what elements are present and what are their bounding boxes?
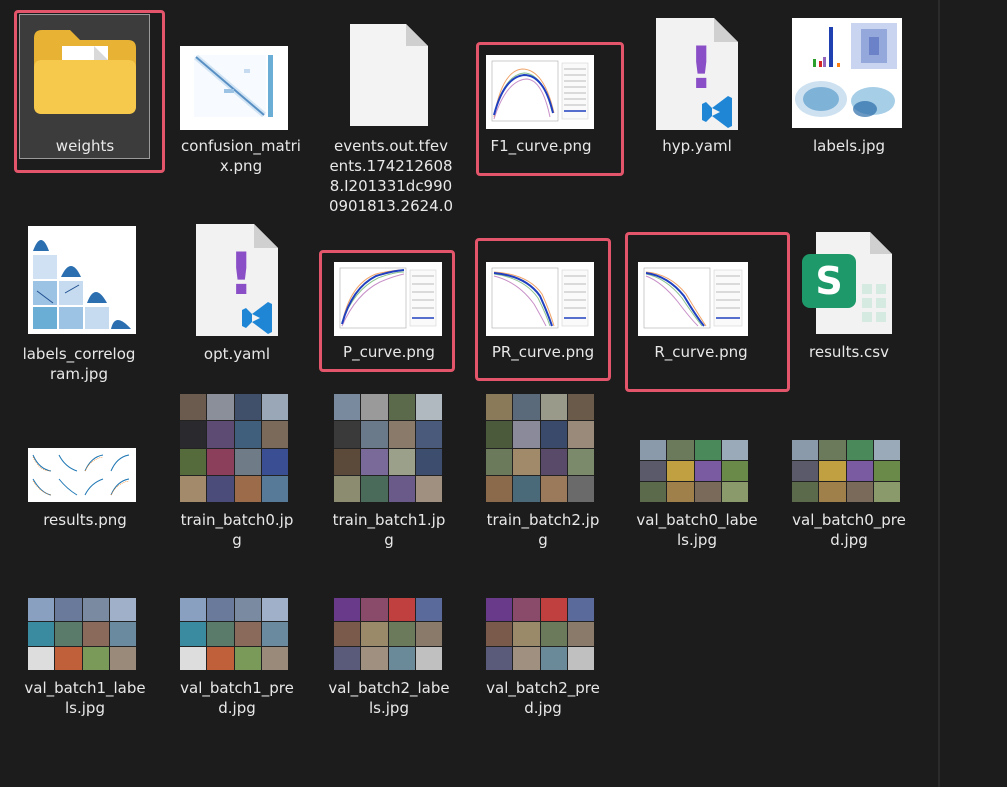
- file-item-hyp-yaml[interactable]: ! hyp.yaml: [630, 0, 766, 170]
- file-item-pr-curve[interactable]: PR_curve.png: [476, 218, 612, 368]
- file-label: labels.jpg: [812, 137, 886, 155]
- file-item-val-batch1-labels[interactable]: val_batch1_labe ls.jpg: [18, 548, 154, 728]
- file-label: F1_curve.png: [490, 137, 592, 155]
- file-label: results.png: [43, 511, 127, 529]
- file-item-results-png[interactable]: results.png: [18, 386, 154, 546]
- file-label: events.out.tfev ents.174212608 8.I201331…: [328, 137, 454, 215]
- file-label: results.csv: [809, 343, 889, 361]
- file-label: confusion_matri x.png: [181, 137, 301, 175]
- file-item-val-batch1-pred[interactable]: val_batch1_pre d.jpg: [170, 548, 306, 728]
- file-item-p-curve[interactable]: P_curve.png: [322, 218, 458, 368]
- file-label: weights: [55, 137, 115, 155]
- file-label: labels_correlog ram.jpg: [22, 345, 136, 383]
- file-label: opt.yaml: [203, 345, 271, 363]
- file-item-train-batch0[interactable]: train_batch0.jp g: [170, 386, 306, 556]
- folder-icon: [28, 22, 140, 118]
- csv-letter: S: [815, 259, 842, 303]
- file-label: R_curve.png: [654, 343, 748, 361]
- val-batch2-labels-thumbnail: [334, 598, 442, 670]
- file-label: hyp.yaml: [662, 137, 732, 155]
- p-curve-thumbnail: [334, 262, 442, 336]
- file-item-val-batch2-pred[interactable]: val_batch2_pre d.jpg: [476, 548, 612, 728]
- blank-file-icon: [346, 20, 432, 130]
- file-item-r-curve[interactable]: R_curve.png: [630, 218, 766, 368]
- val-batch2-pred-thumbnail: [486, 598, 594, 670]
- val-batch1-pred-thumbnail: [180, 598, 288, 670]
- file-label: val_batch1_labe ls.jpg: [24, 679, 146, 717]
- file-label: train_batch2.jp g: [486, 511, 600, 549]
- file-item-val-batch2-labels[interactable]: val_batch2_labe ls.jpg: [322, 548, 458, 728]
- yaml-exclamation: !: [228, 240, 254, 308]
- file-label: val_batch2_pre d.jpg: [486, 679, 600, 717]
- r-curve-thumbnail: [638, 262, 748, 336]
- file-label: P_curve.png: [343, 343, 435, 361]
- file-label: train_batch1.jp g: [332, 511, 446, 549]
- labels-correlogram-thumbnail: [28, 226, 136, 334]
- train-batch2-thumbnail: [486, 394, 594, 502]
- file-label: train_batch0.jp g: [180, 511, 294, 549]
- val-batch0-pred-thumbnail: [792, 440, 900, 502]
- file-item-results-csv[interactable]: S results.csv: [782, 218, 918, 368]
- yaml-file-icon: !: [652, 16, 742, 132]
- file-label: val_batch1_pre d.jpg: [180, 679, 294, 717]
- labels-thumbnail: [792, 18, 902, 128]
- file-item-weights[interactable]: weights: [0, 0, 150, 170]
- file-item-confusion-matrix[interactable]: confusion_matri x.png: [170, 0, 306, 220]
- file-grid-view: weights confusion_matri x.png events.out…: [0, 0, 938, 787]
- yaml-file-icon: !: [192, 222, 282, 338]
- file-item-labels-jpg[interactable]: labels.jpg: [782, 0, 918, 170]
- file-item-val-batch0-labels[interactable]: val_batch0_labe ls.jpg: [630, 386, 766, 556]
- yaml-exclamation: !: [688, 34, 714, 102]
- file-item-train-batch2[interactable]: train_batch2.jp g: [476, 386, 612, 556]
- vertical-scrollbar[interactable]: [938, 0, 940, 787]
- train-batch0-thumbnail: [180, 394, 288, 502]
- f1-curve-thumbnail: [486, 55, 594, 129]
- csv-spreadsheet-icon: S: [800, 228, 896, 338]
- file-item-f1-curve[interactable]: F1_curve.png: [478, 0, 614, 175]
- pr-curve-thumbnail: [486, 262, 594, 336]
- file-item-train-batch1[interactable]: train_batch1.jp g: [322, 386, 458, 556]
- train-batch1-thumbnail: [334, 394, 442, 502]
- file-item-labels-correlogram[interactable]: labels_correlog ram.jpg: [18, 218, 154, 388]
- val-batch1-labels-thumbnail: [28, 598, 136, 670]
- confusion-matrix-thumbnail: [180, 46, 288, 130]
- file-label: PR_curve.png: [491, 343, 595, 361]
- file-label: val_batch2_labe ls.jpg: [328, 679, 450, 717]
- file-label: val_batch0_labe ls.jpg: [636, 511, 758, 549]
- results-thumbnail: [28, 448, 136, 502]
- file-item-opt-yaml[interactable]: ! opt.yaml: [170, 218, 306, 368]
- file-item-events[interactable]: events.out.tfev ents.174212608 8.I201331…: [322, 0, 458, 220]
- val-batch0-labels-thumbnail: [640, 440, 748, 502]
- file-item-val-batch0-pred[interactable]: val_batch0_pre d.jpg: [782, 386, 918, 556]
- file-label: val_batch0_pre d.jpg: [792, 511, 906, 549]
